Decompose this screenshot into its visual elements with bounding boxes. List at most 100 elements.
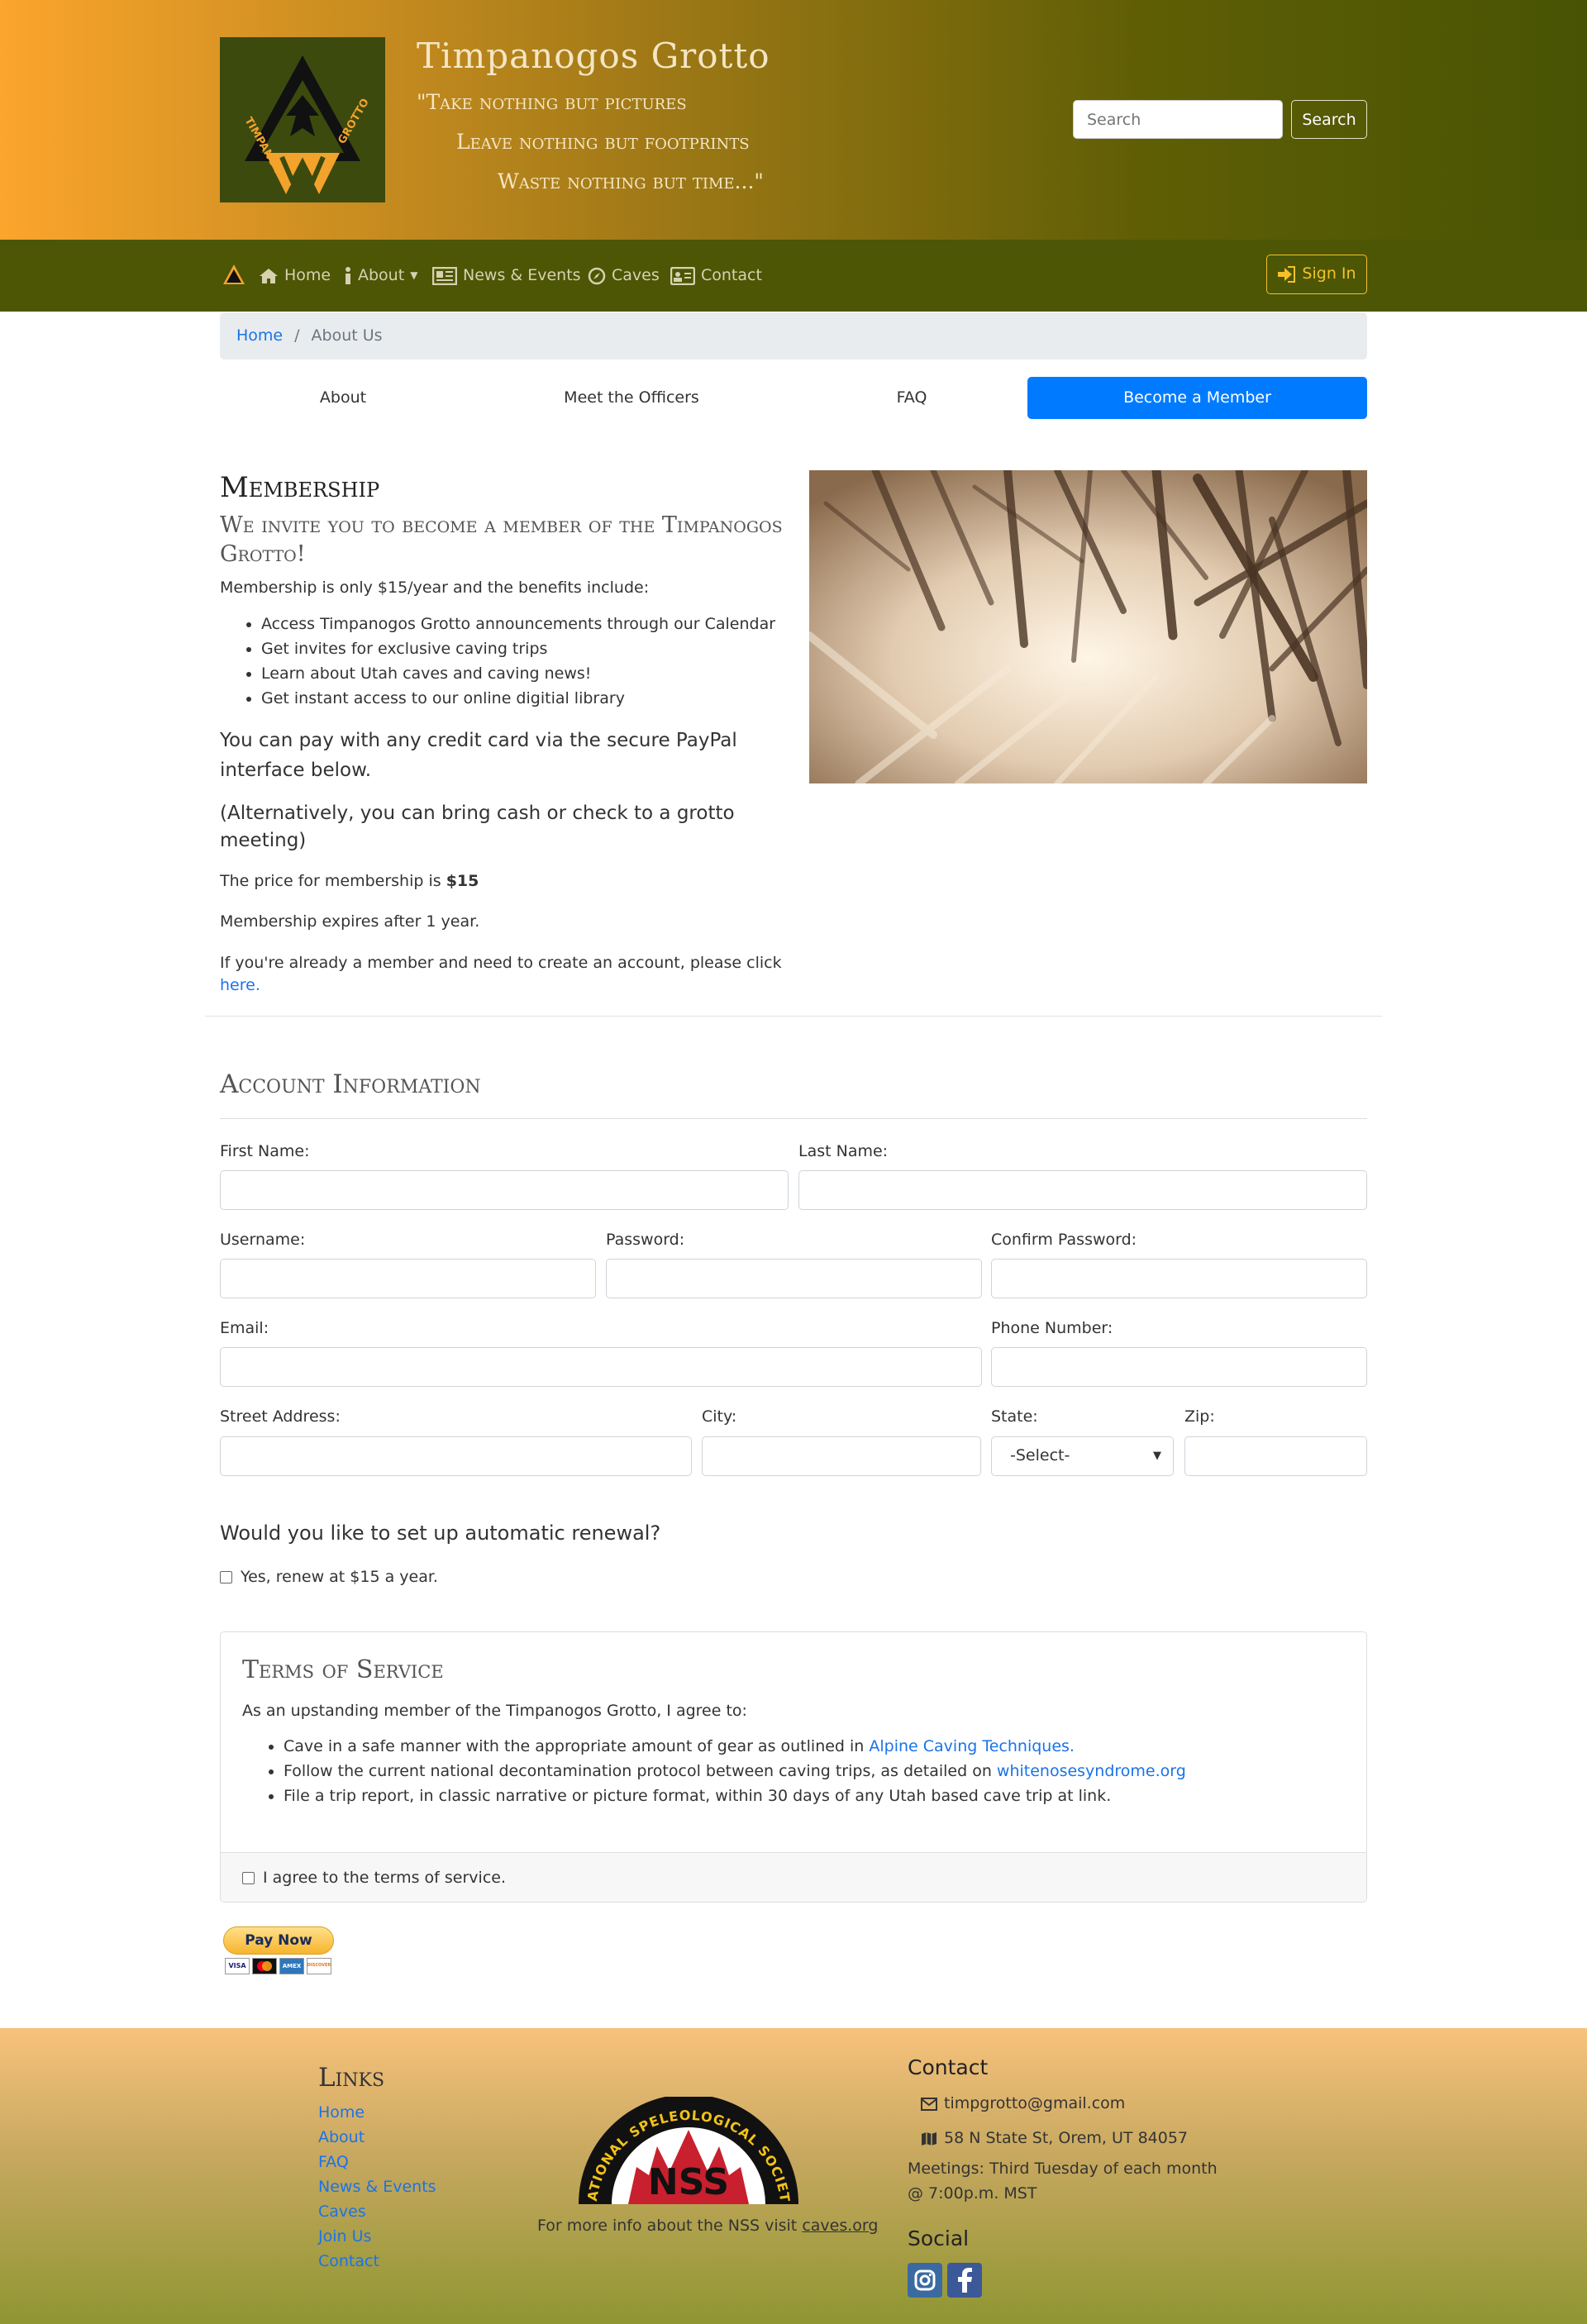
chevron-down-icon: ▼ [1153, 1449, 1161, 1462]
membership-section: Membership We invite you to become a mem… [220, 469, 798, 998]
terms-intro: As an upstanding member of the Timpanogo… [242, 1701, 747, 1720]
footer-contact: Contact timpgrotto@gmail.com 58 N State … [908, 2053, 1255, 2298]
expires-line: Membership expires after 1 year. [220, 912, 480, 931]
meetings-info: Meetings: Third Tuesday of each month @ … [908, 2160, 1218, 2203]
tagline-line-1: "Take nothing but pictures [417, 90, 687, 114]
nav-about-dropdown[interactable]: About ▼ [344, 264, 417, 288]
home-icon [260, 268, 278, 283]
confirm-password-field[interactable] [991, 1259, 1367, 1298]
site-title: Timpanogos Grotto [417, 36, 770, 76]
alpine-caving-link[interactable]: Alpine Caving Techniques. [869, 1737, 1075, 1755]
first-name-label: First Name: [220, 1142, 310, 1160]
tab-meet-the-officers[interactable]: Meet the Officers [517, 377, 746, 419]
footer-link-faq[interactable]: FAQ [318, 2150, 436, 2174]
whitenose-link[interactable]: whitenosesyndrome.org [997, 1762, 1186, 1780]
password-field[interactable] [606, 1259, 982, 1298]
caves-org-link[interactable]: caves.org [802, 2217, 878, 2235]
tab-about[interactable]: About [220, 377, 466, 419]
footer-link-home[interactable]: Home [318, 2100, 436, 2125]
contact-address: 58 N State St, Orem, UT 84057 [908, 2127, 1255, 2150]
price-value: $15 [446, 871, 479, 890]
visa-icon: VISA [225, 1958, 250, 1974]
instagram-icon[interactable] [908, 2262, 942, 2298]
paypal-note: You can pay with any credit card via the… [220, 729, 737, 781]
city-field[interactable] [702, 1436, 981, 1476]
nav-news-events[interactable]: News & Events [432, 264, 581, 288]
footer-link-news-events[interactable]: News & Events [318, 2174, 436, 2199]
paypal-pay-now-button[interactable]: Pay Now VISA AMEX DISCOVER [223, 1926, 336, 1979]
nav-logo-icon[interactable] [222, 263, 246, 289]
nss-logo[interactable]: NATIONAL SPELEOLOGICAL SOCIETY NSS [573, 2084, 798, 2204]
existing-member-line: If you're already a member and need to c… [220, 953, 782, 995]
terms-footer: I agree to the terms of service. [221, 1852, 1366, 1902]
phone-field[interactable] [991, 1347, 1367, 1387]
terms-item: Cave in a safe manner with the appropria… [284, 1734, 1345, 1759]
benefit-item: Access Timpanogos Grotto announcements t… [261, 612, 798, 636]
benefit-item: Get invites for exclusive caving trips [261, 636, 798, 661]
phone-label: Phone Number: [991, 1319, 1113, 1337]
breadcrumb-home[interactable]: Home [236, 325, 283, 348]
email-label: Email: [220, 1319, 269, 1337]
nss-info: For more info about the NSS visit caves.… [537, 2217, 879, 2235]
site-footer: Links Home About FAQ News & Events Caves… [0, 2028, 1587, 2324]
email-field[interactable] [220, 1347, 982, 1387]
renewal-question: Would you like to set up automatic renew… [220, 1522, 661, 1545]
tab-become-a-member[interactable]: Become a Member [1027, 377, 1367, 419]
breadcrumb: Home / About Us [220, 312, 1367, 360]
footer-link-caves[interactable]: Caves [318, 2199, 436, 2224]
benefit-item: Learn about Utah caves and caving news! [261, 661, 798, 686]
nav-caves[interactable]: Caves [588, 264, 660, 288]
facebook-icon[interactable] [947, 2262, 982, 2298]
card-logos: VISA AMEX DISCOVER [223, 1958, 336, 1974]
contact-title: Contact [908, 2055, 989, 2079]
last-name-label: Last Name: [798, 1142, 889, 1160]
nav-contact[interactable]: Contact [670, 264, 762, 288]
zip-field[interactable] [1184, 1436, 1367, 1476]
zip-label: Zip: [1184, 1407, 1215, 1426]
breadcrumb-separator: / [294, 326, 300, 345]
mastercard-icon [252, 1958, 277, 1974]
search-button[interactable]: Search [1291, 100, 1367, 139]
price-line: The price for membership is $15 [220, 871, 479, 890]
terms-item: Follow the current national decontaminat… [284, 1759, 1345, 1783]
search-input[interactable] [1073, 100, 1283, 139]
social-icons [908, 2262, 1255, 2298]
city-label: City: [702, 1407, 737, 1426]
terms-title: Terms of Service [242, 1655, 444, 1684]
sign-in-button[interactable]: Sign In [1266, 255, 1367, 294]
nav-home[interactable]: Home [259, 264, 331, 288]
footer-link-about[interactable]: About [318, 2125, 436, 2150]
password-label: Password: [606, 1231, 685, 1249]
footer-links-title: Links [318, 2063, 385, 2093]
first-name-field[interactable] [220, 1170, 789, 1210]
renewal-option: Yes, renew at $15 a year. [220, 1566, 438, 1589]
create-account-link[interactable]: here. [220, 976, 260, 994]
envelope-icon [921, 2098, 937, 2112]
username-field[interactable] [220, 1259, 596, 1298]
footer-link-contact[interactable]: Contact [318, 2249, 436, 2274]
agree-checkbox[interactable] [242, 1872, 255, 1884]
last-name-field[interactable] [798, 1170, 1367, 1210]
sign-in-icon [1278, 266, 1296, 283]
tagline-line-3: Waste nothing but time..." [498, 169, 764, 193]
confirm-password-label: Confirm Password: [991, 1231, 1137, 1249]
tab-faq[interactable]: FAQ [802, 377, 1022, 419]
terms-item: File a trip report, in classic narrative… [284, 1783, 1345, 1808]
alt-payment-note: (Alternatively, you can bring cash or ch… [220, 802, 735, 852]
street-field[interactable] [220, 1436, 692, 1476]
info-icon [346, 266, 350, 284]
state-select[interactable]: -Select- ▼ [991, 1436, 1174, 1476]
renewal-checkbox[interactable] [220, 1571, 232, 1584]
footer-link-join-us[interactable]: Join Us [318, 2224, 436, 2249]
map-icon [922, 2131, 936, 2145]
social-title: Social [908, 2226, 970, 2251]
amex-icon: AMEX [279, 1958, 304, 1974]
contact-email[interactable]: timpgrotto@gmail.com [908, 2093, 1255, 2116]
compass-icon [588, 267, 606, 285]
discover-icon: DISCOVER [307, 1958, 331, 1974]
grotto-logo[interactable]: TIMPANOGOS GROTTO [220, 37, 385, 202]
membership-title: Membership [220, 471, 380, 504]
section-divider [205, 1016, 1382, 1017]
nss-letters: NSS [648, 2161, 729, 2203]
account-info-title: Account Information [220, 1069, 481, 1099]
